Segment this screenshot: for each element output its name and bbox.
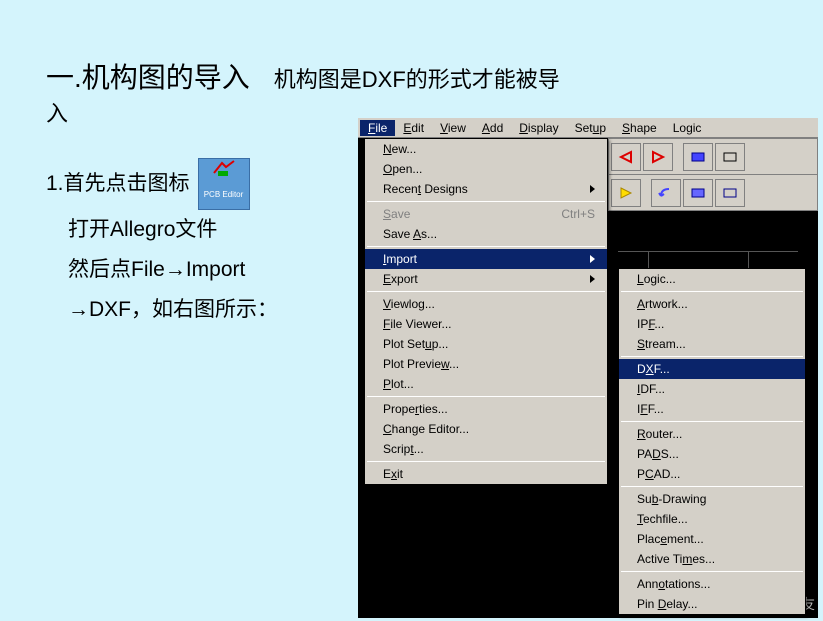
submenu-arrow-icon xyxy=(590,255,595,263)
file-menu-dropdown: New...Open...Recent Designs SaveCtrl+SSav… xyxy=(364,138,608,485)
toolbar-btn-c[interactable] xyxy=(611,179,641,207)
toolbar-btn-prev[interactable] xyxy=(611,143,641,171)
menubar-item-setup[interactable]: Setup xyxy=(567,120,614,136)
page-title-main: 一.机构图的导入 xyxy=(46,56,250,96)
import-menu-pcad[interactable]: PCAD... xyxy=(619,464,805,484)
menubar-item-add[interactable]: Add xyxy=(474,120,511,136)
file-menu-exit[interactable]: Exit xyxy=(365,464,607,484)
instructions-block: 1. 首先点击图标 PCB Editor 打开Allegro文件 然后点File… xyxy=(46,158,346,330)
import-menu-active-times[interactable]: Active Times... xyxy=(619,549,805,569)
menu-separator xyxy=(621,356,803,357)
file-menu-import[interactable]: Import xyxy=(365,249,607,269)
file-menu-viewlog[interactable]: Viewlog... xyxy=(365,294,607,314)
file-menu-plot[interactable]: Plot... xyxy=(365,374,607,394)
allegro-screenshot: FileEditViewAddDisplaySetupShapeLogic Ne… xyxy=(358,118,818,618)
menubar-item-view[interactable]: View xyxy=(432,120,474,136)
instruction-number: 1. xyxy=(46,164,64,204)
menu-separator xyxy=(621,486,803,487)
menubar-item-file[interactable]: File xyxy=(360,120,395,136)
toolbar-btn-next[interactable] xyxy=(643,143,673,171)
import-menu-sub-drawing[interactable]: Sub-Drawing xyxy=(619,489,805,509)
file-menu-plot-preview[interactable]: Plot Preview... xyxy=(365,354,607,374)
file-menu-recent-designs[interactable]: Recent Designs xyxy=(365,179,607,199)
menu-separator xyxy=(367,291,605,292)
import-menu-pads[interactable]: PADS... xyxy=(619,444,805,464)
import-menu-dxf[interactable]: DXF... xyxy=(619,359,805,379)
submenu-arrow-icon xyxy=(590,185,595,193)
import-menu-placement[interactable]: Placement... xyxy=(619,529,805,549)
import-submenu: Logic...Artwork...IPF...Stream...DXF...I… xyxy=(618,268,806,615)
import-menu-logic[interactable]: Logic... xyxy=(619,269,805,289)
toolbar-btn-e[interactable] xyxy=(715,179,745,207)
file-menu-save-as[interactable]: Save As... xyxy=(365,224,607,244)
import-menu-router[interactable]: Router... xyxy=(619,424,805,444)
import-menu-iff[interactable]: IFF... xyxy=(619,399,805,419)
menubar-item-edit[interactable]: Edit xyxy=(395,120,432,136)
instruction-line4: →DXF，如右图所示： xyxy=(46,290,346,330)
file-menu-properties[interactable]: Properties... xyxy=(365,399,607,419)
toolbar-btn-undo[interactable] xyxy=(651,179,681,207)
menu-separator xyxy=(621,291,803,292)
file-menu-new[interactable]: New... xyxy=(365,139,607,159)
file-menu-file-viewer[interactable]: File Viewer... xyxy=(365,314,607,334)
pcb-editor-icon[interactable]: PCB Editor xyxy=(198,158,250,210)
file-menu-save: SaveCtrl+S xyxy=(365,204,607,224)
file-menu-plot-setup[interactable]: Plot Setup... xyxy=(365,334,607,354)
page-title-sub1: 机构图是DXF的形式才能被导 xyxy=(274,62,560,94)
toolbar-area xyxy=(608,138,818,212)
menubar-item-logic[interactable]: Logic xyxy=(665,120,710,136)
menu-separator xyxy=(621,571,803,572)
submenu-arrow-icon xyxy=(590,275,595,283)
import-menu-ipf[interactable]: IPF... xyxy=(619,314,805,334)
menubar-item-display[interactable]: Display xyxy=(511,120,566,136)
file-menu-export[interactable]: Export xyxy=(365,269,607,289)
menu-separator xyxy=(367,246,605,247)
toolbar-btn-d[interactable] xyxy=(683,179,713,207)
menu-separator xyxy=(367,396,605,397)
menu-separator xyxy=(367,201,605,202)
file-menu-change-editor[interactable]: Change Editor... xyxy=(365,419,607,439)
instruction-line1: 首先点击图标 xyxy=(64,164,190,204)
import-menu-idf[interactable]: IDF... xyxy=(619,379,805,399)
pcb-icon-label: PCB Editor xyxy=(204,175,244,215)
file-menu-open[interactable]: Open... xyxy=(365,159,607,179)
toolbar-btn-b[interactable] xyxy=(715,143,745,171)
menu-separator xyxy=(367,461,605,462)
file-menu-script[interactable]: Script... xyxy=(365,439,607,459)
instruction-line2: 打开Allegro文件 xyxy=(46,210,346,250)
import-menu-annotations[interactable]: Annotations... xyxy=(619,574,805,594)
import-menu-pin-delay[interactable]: Pin Delay... xyxy=(619,594,805,614)
menu-separator xyxy=(621,421,803,422)
menubar: FileEditViewAddDisplaySetupShapeLogic xyxy=(358,118,818,138)
toolbar-btn-a[interactable] xyxy=(683,143,713,171)
import-menu-stream[interactable]: Stream... xyxy=(619,334,805,354)
import-menu-artwork[interactable]: Artwork... xyxy=(619,294,805,314)
import-menu-techfile[interactable]: Techfile... xyxy=(619,509,805,529)
instruction-line3: 然后点File→Import xyxy=(46,250,346,290)
menubar-item-shape[interactable]: Shape xyxy=(614,120,665,136)
page-title-sub2: 入 xyxy=(46,96,68,128)
